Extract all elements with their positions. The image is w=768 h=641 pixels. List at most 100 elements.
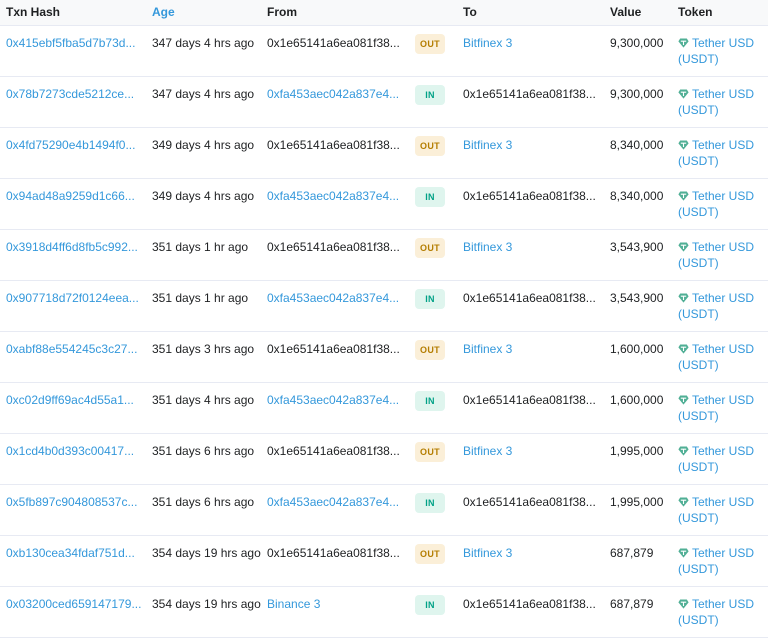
token-link[interactable]: Tether USD (USDT): [678, 546, 754, 577]
direction-badge: OUT: [415, 543, 445, 564]
age-cell: 351 days 6 hrs ago: [146, 484, 261, 536]
from-address[interactable]: Binance 3: [267, 596, 409, 613]
table-row: 0xabf88e554245c3c27... 351 days 3 hrs ag…: [0, 331, 768, 383]
to-address[interactable]: Bitfinex 3: [463, 341, 604, 358]
token-link[interactable]: Tether USD (USDT): [678, 444, 754, 475]
txn-hash-cell: 0xabf88e554245c3c27...: [0, 331, 146, 383]
token-symbol: (USDT): [678, 613, 719, 627]
table-row: 0x94ad48a9259d1c66... 349 days 4 hrs ago…: [0, 178, 768, 230]
age-cell: 347 days 4 hrs ago: [146, 76, 261, 128]
token-cell: Tether USD (USDT): [672, 433, 768, 485]
txn-hash-link[interactable]: 0xb130cea34fdaf751d...: [6, 545, 146, 562]
from-address: 0x1e65141a6ea081f38...: [267, 35, 400, 50]
direction-cell: IN: [409, 76, 457, 128]
txn-hash-link[interactable]: 0x94ad48a9259d1c66...: [6, 188, 146, 205]
txn-hash-cell: 0x1cd4b0d393c00417...: [0, 433, 146, 485]
txn-hash-link[interactable]: 0x907718d72f0124eea...: [6, 290, 146, 307]
age-cell: 351 days 4 hrs ago: [146, 382, 261, 434]
from-cell: 0x1e65141a6ea081f38...: [261, 535, 409, 587]
value-cell: 687,879: [604, 535, 672, 587]
value-cell: 9,300,000: [604, 25, 672, 77]
token-link[interactable]: Tether USD (USDT): [678, 189, 754, 220]
header-value: Value: [604, 0, 672, 26]
token-name: Tether USD: [692, 443, 755, 458]
header-age-toggle[interactable]: Age: [146, 0, 261, 26]
token-link[interactable]: Tether USD (USDT): [678, 393, 754, 424]
to-address[interactable]: Bitfinex 3: [463, 443, 604, 460]
age-cell: 354 days 19 hrs ago: [146, 535, 261, 587]
tether-gem-icon: [678, 89, 689, 99]
direction-badge: OUT: [415, 441, 445, 462]
to-address[interactable]: Bitfinex 3: [463, 545, 604, 562]
age-cell: 351 days 6 hrs ago: [146, 433, 261, 485]
token-name: Tether USD: [692, 35, 755, 50]
txn-hash-link[interactable]: 0x415ebf5fba5d7b73d...: [6, 35, 146, 52]
txn-hash-link[interactable]: 0x1cd4b0d393c00417...: [6, 443, 146, 460]
token-link[interactable]: Tether USD (USDT): [678, 138, 754, 169]
from-address: 0x1e65141a6ea081f38...: [267, 137, 400, 152]
direction-badge: IN: [415, 186, 445, 207]
token-transfers-table: Txn Hash Age From To Value Token 0x415eb…: [0, 0, 768, 638]
table-row: 0x4fd75290e4b1494f0... 349 days 4 hrs ag…: [0, 127, 768, 179]
value-cell: 1,995,000: [604, 484, 672, 536]
value-cell: 9,300,000: [604, 76, 672, 128]
tether-gem-icon: [678, 293, 689, 303]
token-link[interactable]: Tether USD (USDT): [678, 495, 754, 526]
direction-badge: OUT: [415, 33, 445, 54]
token-symbol: (USDT): [678, 409, 719, 423]
txn-hash-link[interactable]: 0x03200ced659147179...: [6, 596, 146, 613]
from-cell: 0xfa453aec042a837e4...: [261, 178, 409, 230]
direction-cell: IN: [409, 484, 457, 536]
from-address[interactable]: 0xfa453aec042a837e4...: [267, 188, 409, 205]
token-cell: Tether USD (USDT): [672, 229, 768, 281]
value-cell: 687,879: [604, 586, 672, 638]
txn-hash-link[interactable]: 0x3918d4ff6d8fb5c992...: [6, 239, 146, 256]
token-cell: Tether USD (USDT): [672, 586, 768, 638]
txn-hash-link[interactable]: 0x78b7273cde5212ce...: [6, 86, 146, 103]
token-name: Tether USD: [692, 545, 755, 560]
token-link[interactable]: Tether USD (USDT): [678, 240, 754, 271]
to-address[interactable]: Bitfinex 3: [463, 239, 604, 256]
direction-badge: OUT: [415, 135, 445, 156]
token-cell: Tether USD (USDT): [672, 25, 768, 77]
txn-hash-link[interactable]: 0x4fd75290e4b1494f0...: [6, 137, 146, 154]
from-address[interactable]: 0xfa453aec042a837e4...: [267, 392, 409, 409]
table-row: 0x78b7273cde5212ce... 347 days 4 hrs ago…: [0, 76, 768, 128]
to-address: 0x1e65141a6ea081f38...: [463, 494, 596, 509]
token-cell: Tether USD (USDT): [672, 76, 768, 128]
tether-gem-icon: [678, 344, 689, 354]
txn-hash-link[interactable]: 0xabf88e554245c3c27...: [6, 341, 146, 358]
table-row: 0xc02d9ff69ac4d55a1... 351 days 4 hrs ag…: [0, 382, 768, 434]
table-row: 0x907718d72f0124eea... 351 days 1 hr ago…: [0, 280, 768, 332]
from-address[interactable]: 0xfa453aec042a837e4...: [267, 494, 409, 511]
value-cell: 8,340,000: [604, 178, 672, 230]
to-address: 0x1e65141a6ea081f38...: [463, 86, 596, 101]
direction-cell: IN: [409, 382, 457, 434]
to-cell: Bitfinex 3: [457, 229, 604, 281]
value-cell: 1,600,000: [604, 331, 672, 383]
direction-badge: OUT: [415, 339, 445, 360]
token-link[interactable]: Tether USD (USDT): [678, 36, 754, 67]
token-link[interactable]: Tether USD (USDT): [678, 87, 754, 118]
to-address: 0x1e65141a6ea081f38...: [463, 290, 596, 305]
to-address[interactable]: Bitfinex 3: [463, 137, 604, 154]
table-row: 0x415ebf5fba5d7b73d... 347 days 4 hrs ag…: [0, 25, 768, 77]
token-link[interactable]: Tether USD (USDT): [678, 291, 754, 322]
to-address[interactable]: Bitfinex 3: [463, 35, 604, 52]
age-cell: 349 days 4 hrs ago: [146, 127, 261, 179]
from-address[interactable]: 0xfa453aec042a837e4...: [267, 290, 409, 307]
to-cell: 0x1e65141a6ea081f38...: [457, 484, 604, 536]
tether-gem-icon: [678, 599, 689, 609]
from-address[interactable]: 0xfa453aec042a837e4...: [267, 86, 409, 103]
table-body: 0x415ebf5fba5d7b73d... 347 days 4 hrs ag…: [0, 25, 768, 638]
token-link[interactable]: Tether USD (USDT): [678, 342, 754, 373]
txn-hash-link[interactable]: 0x5fb897c904808537c...: [6, 494, 146, 511]
txn-hash-link[interactable]: 0xc02d9ff69ac4d55a1...: [6, 392, 146, 409]
txn-hash-cell: 0x3918d4ff6d8fb5c992...: [0, 229, 146, 281]
value-cell: 8,340,000: [604, 127, 672, 179]
table-row: 0x5fb897c904808537c... 351 days 6 hrs ag…: [0, 484, 768, 536]
token-link[interactable]: Tether USD (USDT): [678, 597, 754, 628]
to-cell: Bitfinex 3: [457, 535, 604, 587]
from-cell: Binance 3: [261, 586, 409, 638]
token-symbol: (USDT): [678, 52, 719, 66]
